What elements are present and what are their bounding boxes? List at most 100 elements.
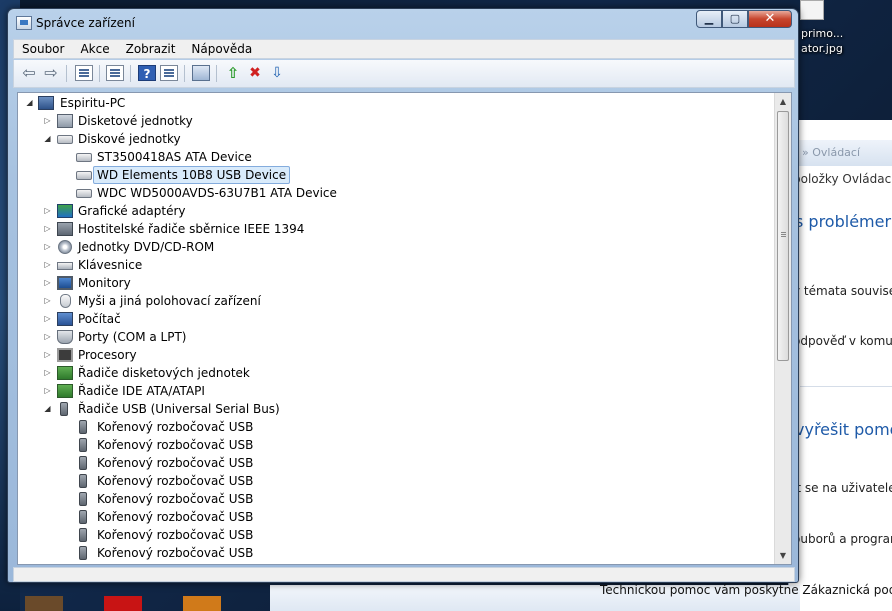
tree-node-radice-ide[interactable]: ▷ Řadiče IDE ATA/ATAPI bbox=[18, 382, 773, 400]
tree-node-usb-hub[interactable]: Kořenový rozbočovač USB bbox=[18, 454, 773, 472]
tree-node-pocitac[interactable]: ▷ Počítač bbox=[18, 310, 773, 328]
tree-node-label: Počítač bbox=[78, 312, 121, 326]
tree-node-monitory[interactable]: ▷ Monitory bbox=[18, 274, 773, 292]
tree-node-porty[interactable]: ▷ Porty (COM a LPT) bbox=[18, 328, 773, 346]
menu-zobrazit[interactable]: Zobrazit bbox=[118, 40, 184, 58]
title-bar[interactable]: Správce zařízení ▁ ▢ ✕ bbox=[8, 9, 798, 37]
tree-node-label: Klávesnice bbox=[78, 258, 143, 272]
expand-icon[interactable]: ▷ bbox=[43, 220, 52, 238]
expand-icon[interactable]: ▷ bbox=[43, 274, 52, 292]
tree-node-usb-hub[interactable]: Kořenový rozbočovač USB bbox=[18, 490, 773, 508]
taskbar-app-icon[interactable] bbox=[104, 596, 142, 611]
tree-node-label: Disketové jednotky bbox=[78, 114, 193, 128]
tree-node-usb-hub[interactable]: Kořenový rozbočovač USB bbox=[18, 508, 773, 526]
tree-node-device[interactable]: WDC WD5000AVDS-63U7B1 ATA Device bbox=[18, 184, 773, 202]
collapse-icon[interactable]: ◢ bbox=[43, 400, 52, 418]
expand-icon[interactable]: ▷ bbox=[43, 256, 52, 274]
device-tree[interactable]: ◢ Espiritu-PC ▷ Disketové jednotky ◢ Dis… bbox=[17, 92, 792, 565]
expand-icon[interactable]: ▷ bbox=[43, 238, 52, 256]
expand-icon[interactable]: ▷ bbox=[43, 310, 52, 328]
usb-icon bbox=[79, 546, 87, 560]
control-panel-heading[interactable]: s problémer bbox=[795, 212, 891, 231]
tree-node-usb-hub[interactable]: Kořenový rozbočovač USB bbox=[18, 436, 773, 454]
disable-icon[interactable]: ⇩ bbox=[268, 65, 286, 81]
maximize-button[interactable]: ▢ bbox=[722, 10, 748, 28]
expand-icon[interactable]: ▷ bbox=[43, 202, 52, 220]
expand-icon[interactable]: ▷ bbox=[43, 364, 52, 382]
tree-node-device[interactable]: ST3500418AS ATA Device bbox=[18, 148, 773, 166]
tree-root-node[interactable]: ◢ Espiritu-PC bbox=[18, 94, 773, 112]
tree-node-usb-hub[interactable]: Kořenový rozbočovač USB bbox=[18, 544, 773, 562]
forward-icon[interactable]: ⇨ bbox=[42, 65, 60, 81]
tree-node-label: Porty (COM a LPT) bbox=[78, 330, 187, 344]
control-panel-heading[interactable]: vyřešit pomo bbox=[795, 420, 892, 439]
menu-soubor[interactable]: Soubor bbox=[14, 40, 72, 58]
minimize-button[interactable]: ▁ bbox=[696, 10, 722, 28]
tree-node-label: Kořenový rozbočovač USB bbox=[97, 456, 254, 470]
tree-node-radice-disketovych[interactable]: ▷ Řadiče disketových jednotek bbox=[18, 364, 773, 382]
back-icon[interactable]: ⇦ bbox=[20, 65, 38, 81]
menu-akce[interactable]: Akce bbox=[72, 40, 117, 58]
grip-icon bbox=[781, 232, 786, 233]
tree-node-diskove-jednotky[interactable]: ◢ Diskové jednotky bbox=[18, 130, 773, 148]
scroll-up-arrow-icon[interactable]: ▲ bbox=[775, 93, 791, 110]
close-button[interactable]: ✕ bbox=[748, 10, 792, 28]
tree-node-label: Jednotky DVD/CD-ROM bbox=[78, 240, 215, 254]
uninstall-icon[interactable]: ✖ bbox=[246, 65, 264, 81]
disk-drive-icon bbox=[76, 171, 92, 180]
collapse-icon[interactable]: ◢ bbox=[43, 130, 52, 148]
expand-icon[interactable]: ▷ bbox=[43, 382, 52, 400]
tree-node-klavesnice[interactable]: ▷ Klávesnice bbox=[18, 256, 773, 274]
tree-node-ieee1394[interactable]: ▷ Hostitelské řadiče sběrnice IEEE 1394 bbox=[18, 220, 773, 238]
scroll-down-arrow-icon[interactable]: ▼ bbox=[775, 547, 791, 564]
desktop-icon-label[interactable]: primo... bbox=[801, 27, 843, 40]
control-panel-text[interactable]: ouborů a prograr bbox=[793, 532, 892, 546]
show-hide-console-tree-icon[interactable] bbox=[75, 65, 93, 81]
scan-hardware-icon[interactable] bbox=[192, 65, 210, 81]
scrollbar-thumb[interactable] bbox=[777, 111, 789, 361]
taskbar-app-icon[interactable] bbox=[25, 596, 63, 611]
expand-icon[interactable]: ▷ bbox=[43, 112, 52, 130]
update-driver-icon[interactable]: ⇧ bbox=[224, 65, 242, 81]
tree-node-label: Kořenový rozbočovač USB bbox=[97, 546, 254, 560]
toolbar-separator bbox=[216, 65, 217, 82]
taskbar-app-icon[interactable] bbox=[183, 596, 221, 611]
control-panel-text[interactable]: it se na uživatele, bbox=[793, 481, 892, 495]
properties-icon[interactable] bbox=[106, 65, 124, 81]
tree-node-radice-usb[interactable]: ◢ Řadiče USB (Universal Serial Bus) bbox=[18, 400, 773, 418]
control-panel-text[interactable]: y témata souvisejí bbox=[793, 284, 892, 298]
tree-node-graficke-adaptery[interactable]: ▷ Grafické adaptéry bbox=[18, 202, 773, 220]
collapse-icon[interactable]: ◢ bbox=[25, 94, 34, 112]
tree-node-usb-hub[interactable]: Kořenový rozbočovač USB bbox=[18, 472, 773, 490]
expand-icon[interactable]: ▷ bbox=[43, 292, 52, 310]
window-title: Správce zařízení bbox=[36, 16, 135, 30]
computer-icon bbox=[57, 312, 73, 326]
tree-node-label: Monitory bbox=[78, 276, 131, 290]
desktop-file-icon[interactable] bbox=[800, 0, 824, 20]
expand-icon[interactable]: ▷ bbox=[43, 346, 52, 364]
disk-drive-icon bbox=[57, 135, 73, 144]
tree-node-dvd[interactable]: ▷ Jednotky DVD/CD-ROM bbox=[18, 238, 773, 256]
toolbar: ⇦ ⇨ ? ⇧ ✖ ⇩ bbox=[13, 60, 795, 88]
desktop-icon-label[interactable]: ator.jpg bbox=[801, 42, 843, 55]
tree-node-label: Kořenový rozbočovač USB bbox=[97, 420, 254, 434]
expand-icon[interactable]: ▷ bbox=[43, 328, 52, 346]
tree-node-usb-hub[interactable]: Kořenový rozbočovač USB bbox=[18, 418, 773, 436]
cpu-icon bbox=[57, 348, 73, 362]
vertical-scrollbar[interactable]: ▲ ▼ bbox=[774, 93, 791, 564]
tree-node-usb-hub[interactable]: Kořenový rozbočovač USB bbox=[18, 526, 773, 544]
help-icon[interactable]: ? bbox=[138, 65, 156, 81]
usb-icon bbox=[60, 402, 68, 416]
tree-node-label: Řadiče IDE ATA/ATAPI bbox=[78, 384, 205, 398]
action-pane-icon[interactable] bbox=[160, 65, 178, 81]
tree-node-mysi[interactable]: ▷ Myši a jiná polohovací zařízení bbox=[18, 292, 773, 310]
tree-node-procesory[interactable]: ▷ Procesory bbox=[18, 346, 773, 364]
menu-napoveda[interactable]: Nápověda bbox=[183, 40, 260, 58]
tree-node-label: Řadiče disketových jednotek bbox=[78, 366, 250, 380]
usb-icon bbox=[79, 492, 87, 506]
control-panel-text[interactable]: odpověď v komu bbox=[793, 334, 892, 348]
toolbar-separator bbox=[99, 65, 100, 82]
tree-node-device-selected[interactable]: WD Elements 10B8 USB Device bbox=[18, 166, 773, 184]
tree-node-disketove-jednotky[interactable]: ▷ Disketové jednotky bbox=[18, 112, 773, 130]
usb-icon bbox=[79, 420, 87, 434]
